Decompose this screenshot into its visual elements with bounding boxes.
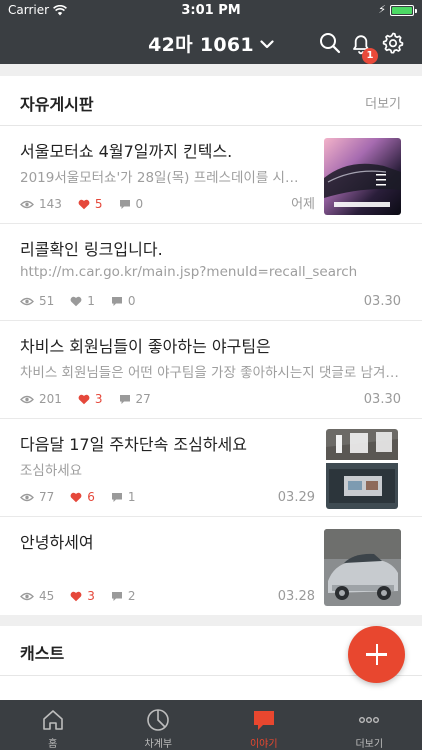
post-meta: 77 6 1: [20, 490, 152, 504]
chat-bubble-icon: [253, 711, 274, 730]
post-title: 안녕하세여: [20, 533, 94, 552]
board-more-link[interactable]: 더보기: [365, 93, 401, 112]
board-header: 자유게시판 더보기: [0, 76, 422, 126]
post-date: 03.28: [277, 589, 315, 604]
heart-icon: [70, 591, 82, 601]
post-meta: 45 3 2: [20, 589, 152, 603]
comment-icon: [111, 591, 122, 601]
comments: 2: [111, 589, 136, 603]
tab-more[interactable]: 더보기: [317, 700, 422, 750]
comment-icon: [111, 296, 122, 306]
section-divider: [0, 64, 422, 76]
post-meta: 143 5 0: [20, 197, 159, 211]
post-meta: 201 3 27: [20, 392, 167, 406]
post-item[interactable]: 리콜확인 링크입니다. http://m.car.go.kr/main.jsp?…: [0, 224, 422, 321]
cast-title: 캐스트: [20, 644, 65, 663]
search-icon[interactable]: [318, 31, 342, 55]
board-title: 자유게시판: [20, 95, 94, 114]
comments: 1: [111, 490, 136, 504]
post-date: 03.29: [277, 490, 315, 505]
post-item[interactable]: 안녕하세여 45 3 2 03.28: [0, 517, 422, 615]
post-item[interactable]: 차비스 회원님들이 좋아하는 야구팀은 차비스 회원님들은 어떤 야구팀을 가장…: [0, 321, 422, 419]
status-time: 3:01 PM: [181, 3, 241, 18]
post-meta: 51 1 0: [20, 294, 152, 308]
tab-expense-log[interactable]: 차계부: [106, 700, 212, 750]
add-post-button[interactable]: [348, 626, 405, 683]
charging-icon: ⚡: [378, 3, 386, 16]
status-bar: Carrier 3:01 PM ⚡: [0, 0, 422, 22]
eye-icon: [20, 395, 34, 403]
post-date: 어제: [291, 197, 315, 212]
car-number: 42마 1061: [148, 34, 254, 56]
heart-icon: [78, 394, 90, 404]
post-title: 차비스 회원님들이 좋아하는 야구팀은: [20, 337, 271, 356]
likes: 3: [70, 589, 95, 603]
comments: 0: [119, 197, 143, 211]
likes: 1: [70, 294, 95, 308]
eye-icon: [20, 493, 34, 501]
chart-pie-icon: [147, 709, 170, 731]
header: 42마 1061 1: [0, 22, 422, 64]
tab-label: 더보기: [355, 739, 384, 750]
likes: 6: [70, 490, 95, 504]
comment-icon: [119, 199, 130, 209]
heart-icon: [70, 492, 82, 502]
eye-icon: [20, 200, 34, 208]
comments: 0: [111, 294, 136, 308]
top-bar: Carrier 3:01 PM ⚡ 42마 1061 1: [0, 0, 422, 64]
post-date: 03.30: [363, 294, 401, 309]
views: 51: [20, 294, 54, 308]
views: 143: [20, 197, 62, 211]
battery-icon: [390, 5, 417, 16]
tab-home[interactable]: 홈: [0, 700, 106, 750]
comments: 27: [119, 392, 151, 406]
post-title: 다음달 17일 주차단속 조심하세요: [20, 435, 247, 454]
tab-bar: 홈 차계부 이야기 더보기: [0, 700, 422, 750]
gear-icon[interactable]: [381, 31, 405, 55]
tab-label: 차계부: [144, 739, 173, 750]
post-excerpt: 2019서울모터쇼'가 28일(목) 프레스데이를 시작…: [20, 170, 302, 186]
post-excerpt: 조심하세요: [20, 463, 83, 479]
post-thumbnail-motorshow: [324, 138, 401, 215]
post-date: 03.30: [363, 392, 401, 407]
post-excerpt: 차비스 회원님들은 어떤 야구팀을 가장 좋아하시는지 댓글로 남겨…: [20, 365, 399, 381]
post-thumbnail-silver-car: [324, 529, 401, 606]
tab-label: 홈: [48, 739, 58, 750]
chevron-down-icon: [260, 37, 274, 53]
post-item[interactable]: 다음달 17일 주차단속 조심하세요 조심하세요 77 6 1 03.29: [0, 419, 422, 517]
notification-badge: 1: [362, 48, 378, 64]
post-title: 리콜확인 링크입니다.: [20, 240, 163, 259]
tab-stories[interactable]: 이야기: [211, 700, 317, 750]
post-title: 서울모터쇼 4월7일까지 킨텍스.: [20, 142, 233, 161]
comment-icon: [111, 492, 122, 502]
comment-icon: [119, 394, 130, 404]
post-item[interactable]: 서울모터쇼 4월7일까지 킨텍스. 2019서울모터쇼'가 28일(목) 프레스…: [0, 126, 422, 224]
eye-icon: [20, 297, 34, 305]
section-divider: [0, 615, 422, 626]
tab-label: 이야기: [249, 739, 278, 750]
home-icon: [42, 710, 63, 730]
likes: 3: [78, 392, 103, 406]
views: 77: [20, 490, 54, 504]
more-dots-icon: [359, 716, 380, 723]
eye-icon: [20, 592, 34, 600]
heart-icon: [78, 199, 90, 209]
heart-icon: [70, 296, 82, 306]
views: 201: [20, 392, 62, 406]
post-thumbnail-parking: [326, 429, 398, 509]
views: 45: [20, 589, 54, 603]
post-excerpt: http://m.car.go.kr/main.jsp?menuId=recal…: [20, 264, 358, 280]
likes: 5: [78, 197, 103, 211]
